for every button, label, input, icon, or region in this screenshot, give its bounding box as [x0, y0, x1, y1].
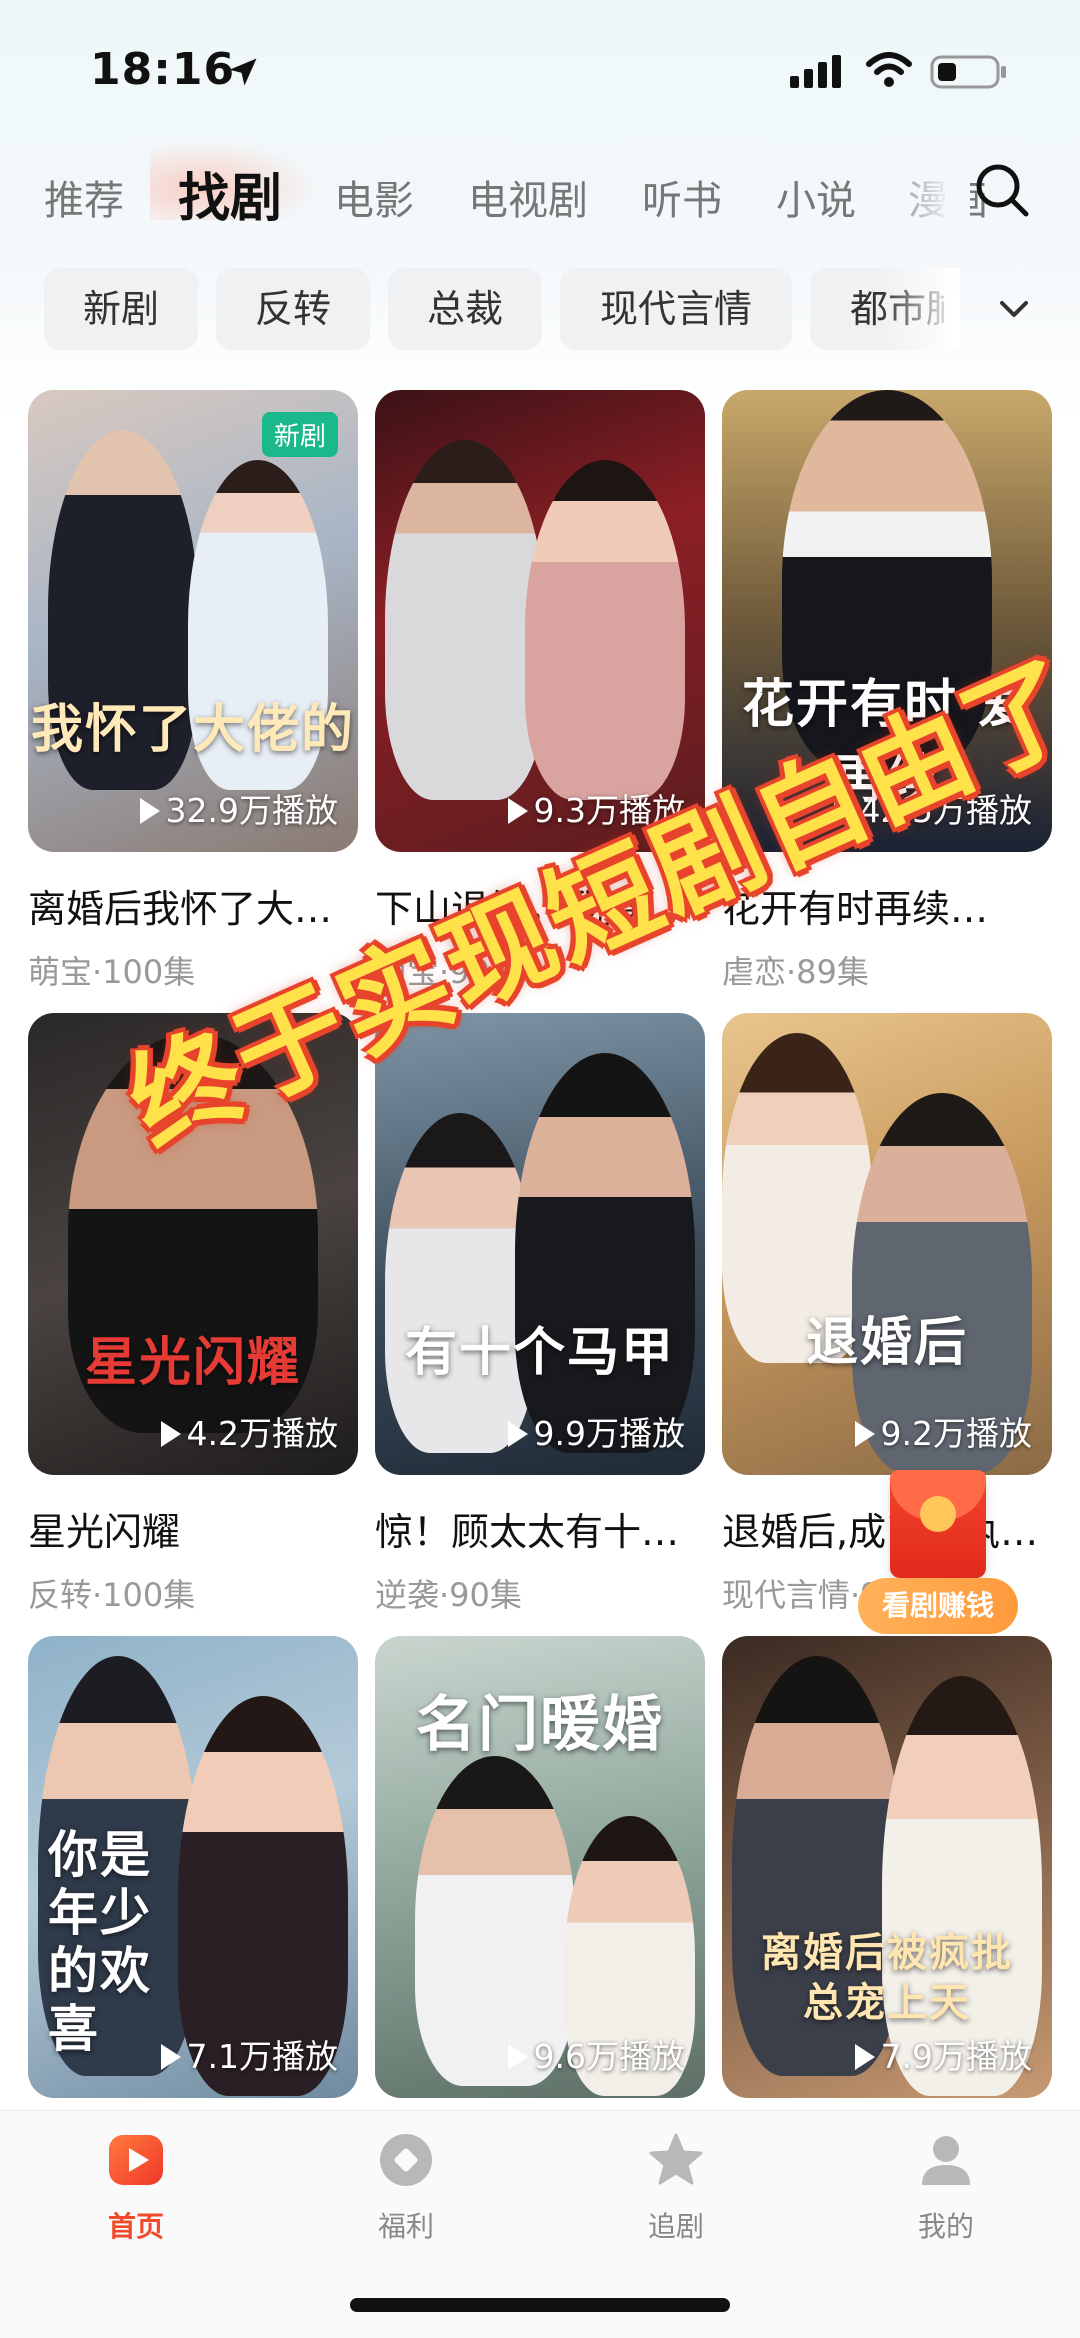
- poster-title: 你是年少的欢喜: [48, 1825, 152, 2058]
- nav-label: 追剧: [647, 2210, 704, 2243]
- poster-title: 有十个马甲: [404, 1322, 675, 1383]
- poster-title: 离婚后被疯批总宠上天: [761, 1929, 1013, 2026]
- play-count: 9.6万播放: [507, 2030, 685, 2078]
- drama-poster[interactable]: 离婚后被疯批总宠上天 7.9万播放: [722, 1636, 1052, 2098]
- home-indicator[interactable]: [350, 2298, 730, 2312]
- drama-title[interactable]: 星光闪耀: [28, 1501, 358, 1556]
- poster-title: 我怀了大佬的: [30, 699, 355, 760]
- play-icon: [854, 1421, 875, 1447]
- tab-find-drama[interactable]: 找剧: [178, 156, 282, 231]
- drama-card[interactable]: 退婚后 9.2万播放 退婚后,成了偏执… 现代言情·98集: [722, 1013, 1052, 1616]
- drama-title[interactable]: 离婚后我怀了大…: [28, 878, 358, 933]
- chip-ceo[interactable]: 总裁: [388, 268, 542, 350]
- play-icon: [507, 1421, 528, 1447]
- chevron-down-icon[interactable]: [996, 294, 1032, 324]
- play-count: 9.2万播放: [854, 1407, 1032, 1455]
- play-count: 9.9万播放: [507, 1407, 685, 1455]
- category-chips: 新剧 反转 总裁 现代言情 都市脑洞: [44, 268, 944, 350]
- drama-poster[interactable]: 新剧 我怀了大佬的 32.9万播放: [28, 390, 358, 852]
- play-icon: [507, 798, 528, 824]
- star-icon: [649, 2133, 703, 2185]
- profile-icon: [922, 2136, 970, 2185]
- drama-card[interactable]: 名门暖婚 9.6万播放: [375, 1636, 705, 2098]
- play-count: 7.1万播放: [160, 2030, 338, 2078]
- play-icon: [160, 2044, 181, 2070]
- play-count-text: 7.1万播放: [186, 2037, 338, 2076]
- play-count-text: 32.9万播放: [165, 791, 338, 830]
- chips-fade: [880, 268, 960, 350]
- tabs-fade: [880, 150, 970, 240]
- wifi-icon: [866, 52, 912, 87]
- actor-figure: [385, 440, 545, 800]
- drama-poster[interactable]: 退婚后 9.2万播放: [722, 1013, 1052, 1475]
- drama-poster[interactable]: 你是年少的欢喜 7.1万播放: [28, 1636, 358, 2098]
- play-count-text: 9.9万播放: [533, 1414, 685, 1453]
- actress-figure: [525, 460, 685, 800]
- play-count: 32.9万播放: [139, 784, 338, 832]
- play-count: 4.2万播放: [160, 1407, 338, 1455]
- watch-earn-button[interactable]: 看剧赚钱: [858, 1578, 1018, 1634]
- status-time: 18:16: [90, 44, 236, 95]
- play-icon: [854, 2044, 875, 2070]
- poster-title: 名门暖婚: [416, 1690, 664, 1760]
- drama-meta: 逆袭·90集: [375, 1576, 522, 1614]
- welfare-icon: [380, 2134, 432, 2186]
- nav-follow[interactable]: 追剧: [586, 2131, 766, 2245]
- play-count-text: 9.2万播放: [880, 1414, 1032, 1453]
- drama-poster[interactable]: 名门暖婚 9.6万播放: [375, 1636, 705, 2098]
- play-icon: [139, 798, 160, 824]
- drama-poster[interactable]: 有十个马甲 9.9万播放: [375, 1013, 705, 1475]
- chip-modern-romance[interactable]: 现代言情: [560, 268, 792, 350]
- chip-new[interactable]: 新剧: [44, 268, 198, 350]
- new-badge: 新剧: [261, 412, 338, 457]
- nav-label: 首页: [107, 2210, 164, 2243]
- chip-twist[interactable]: 反转: [216, 268, 370, 350]
- home-play-icon: [109, 2135, 163, 2185]
- play-icon: [160, 1421, 181, 1447]
- cellular-signal-icon: [790, 55, 841, 88]
- coin-icon: [920, 1496, 956, 1532]
- play-count-text: 9.6万播放: [533, 2037, 685, 2076]
- tab-novel[interactable]: 小说: [776, 168, 856, 226]
- drama-meta: 虐恋·89集: [722, 953, 869, 991]
- drama-title[interactable]: 退婚后,成了偏执…: [722, 1501, 1052, 1556]
- nav-welfare[interactable]: 福利: [316, 2131, 496, 2245]
- drama-meta: 反转·100集: [28, 1576, 196, 1614]
- drama-card[interactable]: 有十个马甲 9.9万播放 惊！顾太太有十… 逆袭·90集: [375, 1013, 705, 1616]
- drama-card[interactable]: 离婚后被疯批总宠上天 7.9万播放: [722, 1636, 1052, 2098]
- battery-icon: [930, 55, 1006, 89]
- tab-tv-series[interactable]: 电视剧: [468, 168, 588, 226]
- actor-figure: [515, 1053, 695, 1453]
- nav-label: 我的: [917, 2210, 974, 2243]
- poster-title: 退婚后: [805, 1312, 968, 1373]
- drama-card[interactable]: 你是年少的欢喜 7.1万播放: [28, 1636, 358, 2098]
- nav-home[interactable]: 首页: [46, 2131, 226, 2245]
- play-count-text: 4.2万播放: [186, 1414, 338, 1453]
- tab-audiobook[interactable]: 听书: [642, 168, 722, 226]
- location-arrow-icon: [229, 58, 257, 86]
- nav-label: 福利: [377, 2210, 434, 2243]
- red-envelope-icon[interactable]: [890, 1470, 986, 1578]
- drama-title[interactable]: 惊！顾太太有十…: [375, 1501, 705, 1556]
- drama-card[interactable]: 新剧 我怀了大佬的 32.9万播放 离婚后我怀了大… 萌宝·100集: [28, 390, 358, 993]
- play-count: 7.9万播放: [854, 2030, 1032, 2078]
- nav-profile[interactable]: 我的: [856, 2131, 1036, 2245]
- tab-recommend[interactable]: 推荐: [44, 168, 124, 226]
- search-icon[interactable]: [972, 160, 1032, 220]
- tab-movie[interactable]: 电影: [334, 168, 414, 226]
- play-icon: [507, 2044, 528, 2070]
- poster-title: 星光闪耀: [84, 1332, 301, 1393]
- status-bar: 18:16: [0, 40, 1080, 110]
- play-count-text: 7.9万播放: [880, 2037, 1032, 2076]
- actress-figure: [385, 1113, 535, 1453]
